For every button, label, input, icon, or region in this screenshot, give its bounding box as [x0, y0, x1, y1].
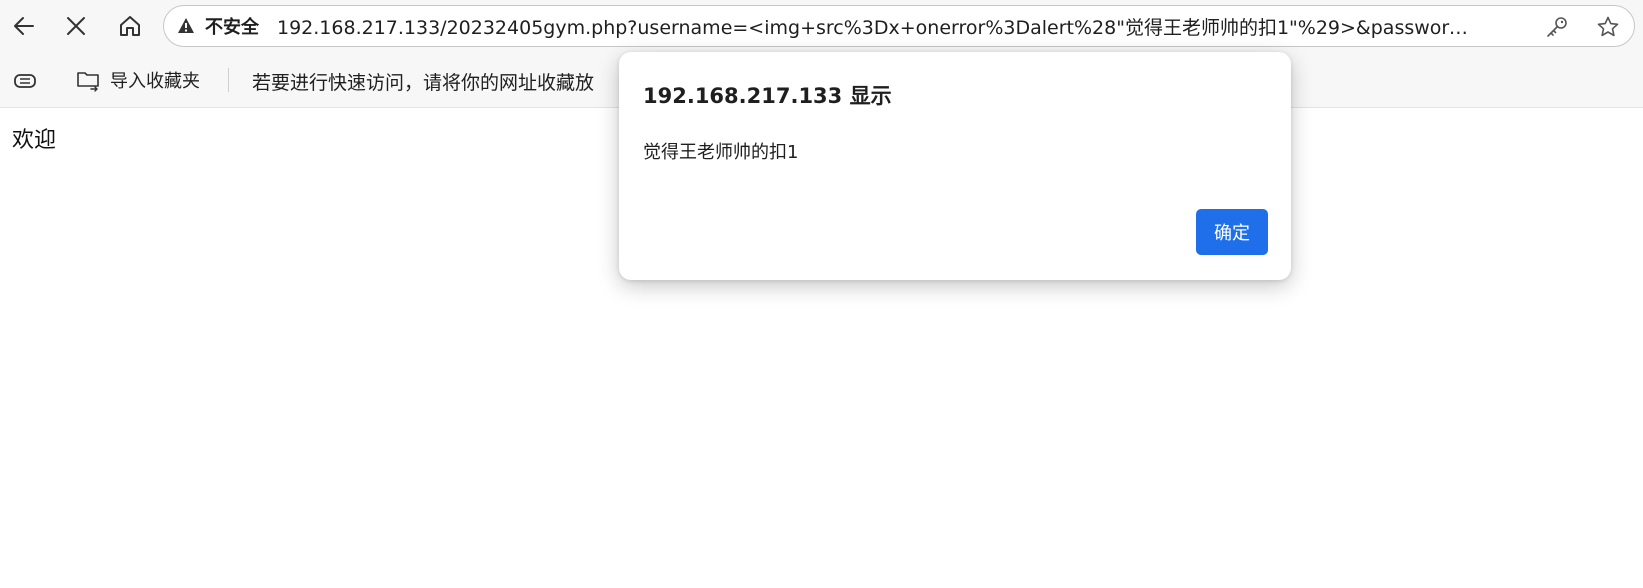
collections-icon[interactable] — [12, 69, 38, 91]
key-icon[interactable] — [1544, 14, 1570, 40]
back-button[interactable] — [5, 7, 43, 45]
import-favorites-button[interactable]: 导入收藏夹 — [76, 66, 200, 94]
back-arrow-icon — [14, 17, 34, 35]
import-folder-icon — [77, 72, 99, 92]
ok-button[interactable]: 确定 — [1196, 209, 1268, 255]
home-icon — [120, 16, 140, 36]
bookmarks-divider — [228, 68, 229, 92]
alert-dialog: 192.168.217.133 显示 觉得王老师帅的扣1 确定 — [619, 52, 1291, 280]
warning-icon[interactable] — [177, 17, 195, 35]
security-status-label[interactable]: 不安全 — [205, 13, 259, 39]
stop-loading-button[interactable] — [57, 7, 95, 45]
close-icon — [67, 17, 85, 35]
address-bar[interactable]: 不安全 192.168.217.133/20232405gym.php?user… — [163, 5, 1635, 47]
dialog-message: 觉得王老师帅的扣1 — [643, 142, 799, 163]
welcome-text: 欢迎 — [12, 128, 57, 153]
url-text[interactable]: 192.168.217.133/20232405gym.php?username… — [277, 13, 1477, 40]
import-favorites-label: 导入收藏夹 — [110, 71, 200, 92]
star-icon[interactable] — [1595, 14, 1621, 40]
dialog-title: 192.168.217.133 显示 — [643, 84, 892, 108]
browser-toolbar: 不安全 192.168.217.133/20232405gym.php?user… — [0, 0, 1643, 54]
bookmarks-hint-text: 若要进行快速访问，请将你的网址收藏放 — [252, 72, 595, 94]
home-button[interactable] — [111, 7, 149, 45]
